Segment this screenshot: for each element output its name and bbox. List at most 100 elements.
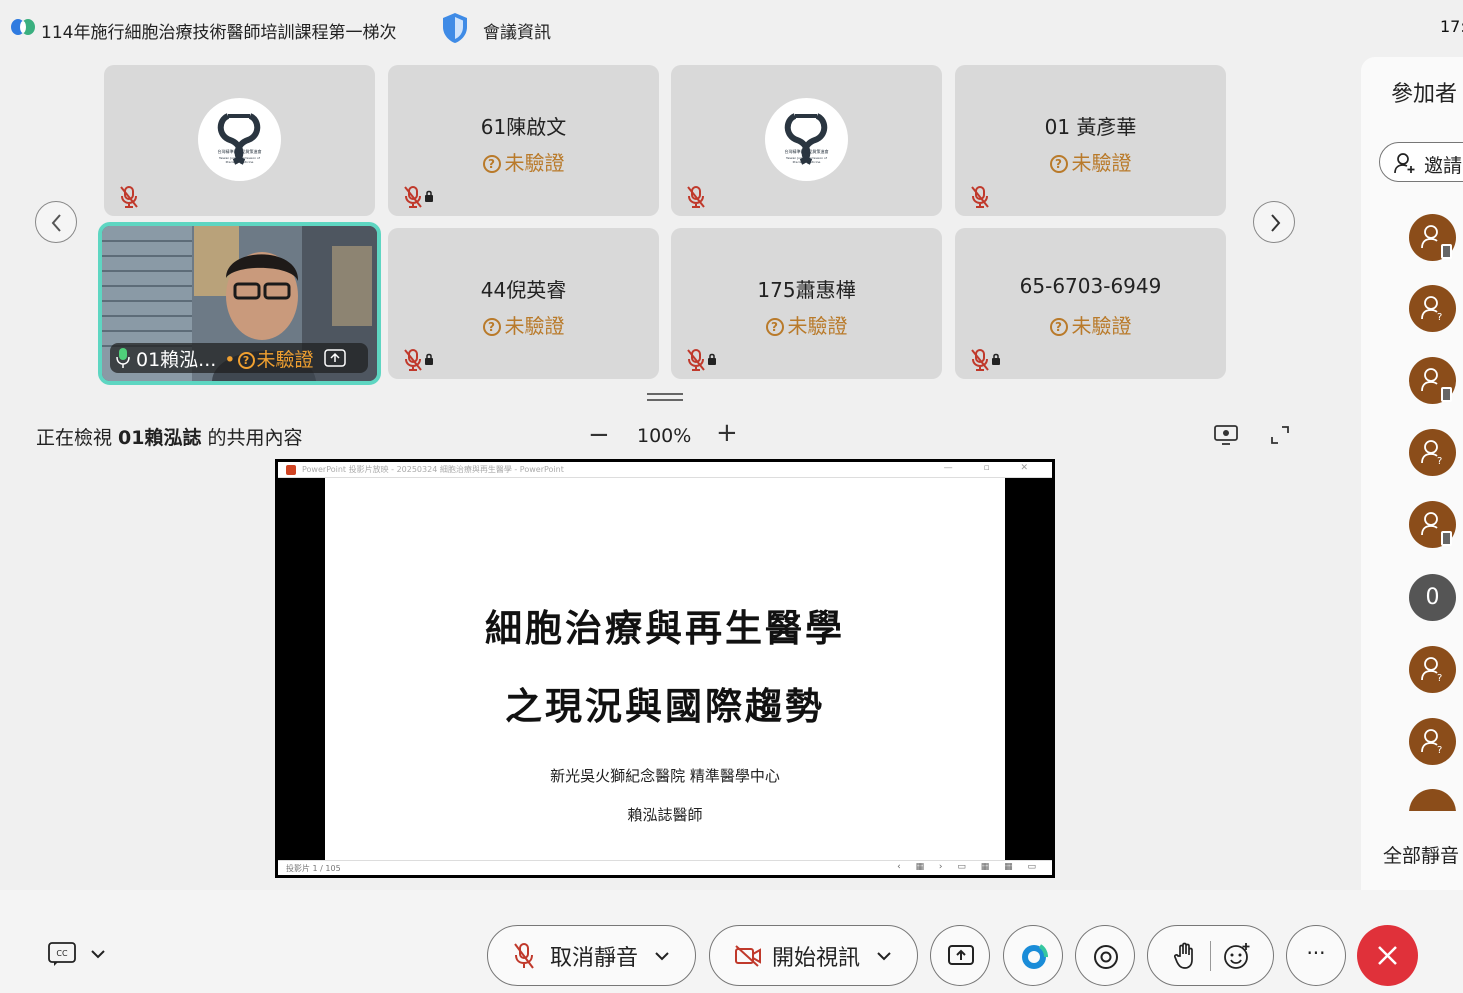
powerpoint-title-bar: PowerPoint 投影片放映 - 20250324 細胞治療與再生醫學 - …	[278, 462, 1052, 478]
svg-text:?: ?	[1437, 312, 1442, 321]
participant-tile[interactable]: 61陳啟文 ? 未驗證	[388, 65, 659, 216]
participant-tile[interactable]: 44倪英睿 ? 未驗證	[388, 228, 659, 379]
participant-avatar[interactable]	[1409, 501, 1456, 548]
powerpoint-status-bar: 投影片 1 / 105 ‹ ▦ › ▭ ▦ ▦ ▭	[278, 860, 1052, 875]
hand-icon	[1174, 942, 1193, 969]
chevron-left-icon	[51, 214, 61, 232]
powerpoint-icon	[286, 465, 296, 475]
participants-title: 參加者	[1391, 82, 1458, 107]
unverified-badge: •? 未驗證	[224, 348, 314, 371]
participant-avatar[interactable]: ?	[1409, 285, 1456, 332]
svg-text:Precision Medicine: Precision Medicine	[793, 160, 821, 164]
participant-name: 175蕭惠樺	[757, 278, 856, 302]
slide-institution: 新光吳火獅紀念醫院 精準醫學中心	[550, 767, 780, 785]
person-add-icon	[1394, 153, 1415, 174]
question-icon: ?	[1049, 155, 1068, 173]
participant-avatar[interactable]: 0	[1409, 574, 1456, 621]
participant-avatar[interactable]: ?	[1409, 718, 1456, 765]
active-speaker-video[interactable]: 01賴泓... •? 未驗證	[98, 222, 381, 385]
svg-text:?: ?	[1437, 745, 1442, 754]
participant-name: 01賴泓...	[136, 348, 217, 371]
participant-avatar[interactable]: ?	[1409, 646, 1456, 693]
lock-icon	[708, 353, 716, 365]
slide-title-line1: 細胞治療與再生醫學	[485, 607, 845, 650]
chevron-down-icon[interactable]	[90, 948, 106, 960]
cc-icon[interactable]: CC	[48, 942, 76, 966]
mic-muted-icon	[514, 942, 534, 969]
slide: 細胞治療與再生醫學 之現況與國際趨勢 新光吳火獅紀念醫院 精準醫學中心 賴泓誌醫…	[325, 478, 1005, 860]
mic-muted-icon	[971, 349, 989, 371]
view-icon[interactable]	[1214, 425, 1238, 445]
shield-icon[interactable]	[441, 12, 469, 44]
share-icon	[948, 945, 974, 965]
question-icon: ?	[482, 318, 501, 336]
more-icon: ···	[1306, 941, 1326, 965]
question-icon: ?	[237, 351, 255, 369]
slide-title-line2: 之現況與國際趨勢	[505, 685, 825, 728]
participant-avatar[interactable]: ?	[1409, 429, 1456, 476]
start-video-label: 開始視訊	[772, 945, 861, 971]
participant-tile[interactable]: 65-6703-6949 ? 未驗證	[955, 228, 1226, 379]
device-icon	[1441, 387, 1452, 402]
guest-user-icon: ?	[1421, 729, 1442, 754]
chevron-down-icon[interactable]	[876, 950, 892, 962]
svg-text:CC: CC	[56, 949, 68, 958]
next-page-button[interactable]	[1253, 201, 1295, 243]
more-options-button[interactable]: ···	[1286, 925, 1346, 986]
record-icon	[1094, 945, 1118, 969]
leave-meeting-button[interactable]	[1357, 925, 1418, 986]
guest-user-icon: ?	[1421, 296, 1442, 321]
slide-nav-buttons: ‹ ▦ › ▭ ▦ ▦ ▭	[897, 862, 1042, 872]
divider	[1210, 940, 1211, 971]
mic-muted-icon	[971, 186, 989, 208]
participant-name: 44倪英睿	[480, 278, 567, 302]
previous-page-button[interactable]	[35, 201, 77, 243]
mic-muted-icon	[687, 186, 705, 208]
device-icon	[1441, 244, 1452, 259]
expand-icon[interactable]	[1270, 425, 1290, 445]
slide-counter: 投影片 1 / 105	[286, 864, 341, 873]
participant-avatar[interactable]	[1409, 357, 1456, 404]
zoom-in-button[interactable]: +	[716, 418, 738, 448]
participant-tile[interactable]: 台灣精準醫療品質策進會 Taiwan Joint Commission of P…	[104, 65, 375, 216]
mic-muted-icon	[120, 186, 138, 208]
device-icon	[1441, 531, 1452, 546]
svg-text:?: ?	[1437, 456, 1442, 465]
participant-avatar[interactable]	[1409, 214, 1456, 261]
participant-tile[interactable]: 175蕭惠樺 ? 未驗證	[671, 228, 942, 379]
unmute-button[interactable]: 取消靜音	[487, 925, 696, 986]
resize-handle[interactable]	[646, 392, 684, 402]
meeting-title: 114年施行細胞治療技術醫師培訓課程第一梯次	[41, 23, 397, 43]
participant-tile[interactable]: 台灣精準醫療品質策進會 Taiwan Joint Commission of P…	[671, 65, 942, 216]
unverified-badge: ? 未驗證	[955, 147, 1226, 176]
guest-user-icon: ?	[1421, 657, 1442, 682]
mic-icon	[116, 348, 130, 368]
meeting-info-link[interactable]: 會議資訊	[483, 18, 551, 43]
record-button[interactable]	[1075, 925, 1135, 986]
zoom-level: 100%	[637, 425, 692, 447]
shared-content[interactable]: PowerPoint 投影片放映 - 20250324 細胞治療與再生醫學 - …	[275, 459, 1055, 878]
webex-logo	[11, 19, 35, 35]
svg-text:Precision Medicine: Precision Medicine	[226, 160, 254, 164]
lock-icon	[425, 190, 433, 202]
unverified-badge: ? 未驗證	[388, 147, 659, 176]
reactions-button[interactable]	[1147, 925, 1274, 986]
svg-text:台灣精準醫療品質策進會: 台灣精準醫療品質策進會	[785, 148, 829, 154]
start-video-button[interactable]: 開始視訊	[709, 925, 918, 986]
chevron-right-icon	[1271, 214, 1281, 232]
share-button[interactable]	[930, 925, 990, 986]
mic-muted-icon	[404, 349, 422, 371]
invite-button[interactable]: 邀請	[1379, 142, 1463, 182]
ai-assistant-button[interactable]	[1003, 925, 1063, 986]
mic-muted-icon	[687, 349, 705, 371]
participant-name: 65-6703-6949	[1019, 274, 1162, 298]
participant-tile[interactable]: 01 黃彥華 ? 未驗證	[955, 65, 1226, 216]
mute-all-button[interactable]: 全部靜音	[1383, 841, 1459, 868]
video-name-label: 01賴泓... •? 未驗證	[110, 343, 368, 373]
participant-avatar[interactable]	[1409, 789, 1456, 811]
organization-logo: 台灣精準醫療品質策進會 Taiwan Joint Commission of P…	[198, 98, 281, 181]
unverified-badge: ? 未驗證	[671, 310, 942, 339]
svg-text:?: ?	[1437, 673, 1442, 682]
chevron-down-icon[interactable]	[654, 950, 670, 962]
zoom-out-button[interactable]: −	[588, 420, 610, 450]
